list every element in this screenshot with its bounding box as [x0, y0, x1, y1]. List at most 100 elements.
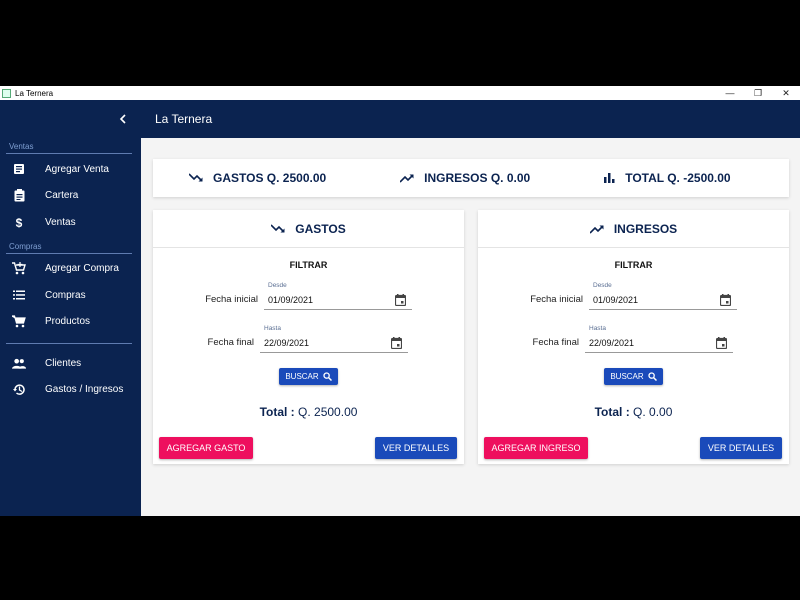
fecha-final-label: Fecha final	[207, 337, 254, 348]
trending-down-icon	[189, 173, 203, 182]
divider	[6, 252, 132, 254]
maximize-button[interactable]: ❐	[744, 86, 772, 100]
summary-bar: GASTOS Q. 2500.00 INGRESOS Q. 0.00 TOTAL…	[153, 159, 789, 197]
people-icon	[12, 358, 26, 369]
sidebar-item-label: Clientes	[45, 357, 82, 369]
sidebar: Ventas Agregar Venta Cartera $ Ventas Co…	[0, 100, 141, 516]
cart-add-icon	[12, 262, 26, 275]
list-icon	[12, 290, 26, 300]
close-button[interactable]: ✕	[772, 86, 800, 100]
summary-gastos-text: GASTOS Q. 2500.00	[213, 171, 327, 185]
buscar-label: BUSCAR	[610, 372, 644, 381]
summary-total: TOTAL Q. -2500.00	[604, 171, 731, 185]
filtrar-heading: FILTRAR	[289, 260, 328, 270]
agregar-gasto-button[interactable]: AGREGAR GASTO	[159, 437, 253, 459]
divider	[6, 153, 132, 154]
ingresos-card: INGRESOS FILTRAR Fecha inicial Desde 01/…	[478, 210, 789, 464]
fecha-inicial-row: Fecha inicial Desde 01/09/2021	[523, 282, 737, 310]
trending-up-icon	[400, 174, 414, 183]
desde-value[interactable]: 01/09/2021	[593, 295, 638, 305]
sidebar-item-clientes[interactable]: Clientes	[0, 350, 141, 377]
fecha-inicial-label: Fecha inicial	[205, 294, 258, 305]
desde-date-field[interactable]: Desde 01/09/2021	[264, 282, 412, 310]
desde-label: Desde	[268, 282, 287, 289]
sidebar-item-compras[interactable]: Compras	[0, 282, 141, 309]
total-label: Total :	[594, 405, 630, 419]
sidebar-item-label: Productos	[45, 316, 91, 328]
desde-date-field[interactable]: Desde 01/09/2021	[589, 282, 737, 310]
buscar-label: BUSCAR	[285, 372, 319, 381]
ver-detalles-gastos-button[interactable]: VER DETALLES	[375, 437, 457, 459]
trending-down-icon	[271, 223, 285, 233]
total-display: Total : Q. 2500.00	[153, 405, 464, 419]
desde-value[interactable]: 01/09/2021	[268, 295, 313, 305]
minimize-button[interactable]: —	[716, 86, 744, 100]
hasta-label: Hasta	[589, 325, 606, 332]
fecha-final-label: Fecha final	[532, 337, 579, 348]
dollar-icon: $	[12, 216, 26, 229]
cart-icon	[12, 315, 26, 328]
gastos-card-header: GASTOS	[153, 210, 464, 248]
sidebar-item-cartera[interactable]: Cartera	[0, 183, 141, 210]
buscar-button[interactable]: BUSCAR	[279, 368, 338, 385]
fecha-inicial-label: Fecha inicial	[530, 294, 583, 305]
sidebar-item-label: Cartera	[45, 190, 79, 202]
total-value: Q. 0.00	[633, 405, 673, 419]
sidebar-item-productos[interactable]: Productos	[0, 309, 141, 336]
chevron-left-icon	[119, 114, 126, 124]
hasta-value[interactable]: 22/09/2021	[589, 338, 634, 348]
hasta-label: Hasta	[264, 325, 281, 332]
hasta-date-field[interactable]: Hasta 22/09/2021	[585, 325, 733, 353]
fecha-final-row: Fecha final Hasta 22/09/2021	[194, 325, 408, 353]
ingresos-card-header: INGRESOS	[478, 210, 789, 248]
agregar-ingreso-button[interactable]: AGREGAR INGRESO	[484, 437, 588, 459]
sidebar-item-label: Gastos / Ingresos	[45, 384, 124, 396]
hasta-date-field[interactable]: Hasta 22/09/2021	[260, 325, 408, 353]
collapse-sidebar-button[interactable]	[119, 111, 127, 127]
search-icon	[323, 372, 332, 381]
fecha-final-row: Fecha final Hasta 22/09/2021	[519, 325, 733, 353]
sidebar-section-compras: Compras	[9, 241, 42, 251]
svg-text:$: $	[16, 216, 23, 229]
summary-total-text: TOTAL Q. -2500.00	[625, 171, 731, 185]
sidebar-item-label: Compras	[45, 289, 86, 301]
sidebar-item-label: Agregar Venta	[45, 163, 109, 175]
filtrar-heading: FILTRAR	[614, 260, 653, 270]
sidebar-item-gastos-ingresos[interactable]: Gastos / Ingresos	[0, 377, 141, 404]
ver-detalles-ingresos-button[interactable]: VER DETALLES	[700, 437, 782, 459]
summary-ingresos: INGRESOS Q. 0.00	[400, 171, 530, 185]
fecha-inicial-row: Fecha inicial Desde 01/09/2021	[198, 282, 412, 310]
card-title: INGRESOS	[613, 221, 678, 236]
sidebar-item-agregar-venta[interactable]: Agregar Venta	[0, 156, 141, 183]
sidebar-item-ventas[interactable]: $ Ventas	[0, 209, 141, 236]
clipboard-icon	[12, 189, 26, 202]
window-titlebar: La Ternera — ❐ ✕	[0, 86, 800, 100]
app-window: La Ternera — ❐ ✕ Ventas Agregar Venta Ca…	[0, 86, 800, 516]
main-content: La Ternera GASTOS Q. 2500.00 INGRESOS Q.…	[141, 100, 800, 516]
calendar-icon[interactable]	[390, 336, 403, 354]
receipt-icon	[12, 163, 26, 175]
sidebar-section-ventas: Ventas	[9, 142, 34, 151]
page-title: La Ternera	[141, 100, 800, 138]
search-icon	[648, 372, 657, 381]
calendar-icon[interactable]	[719, 293, 732, 311]
total-label: Total :	[259, 405, 295, 419]
buscar-button[interactable]: BUSCAR	[604, 368, 663, 385]
bar-chart-icon	[604, 173, 615, 183]
window-title: La Ternera	[15, 88, 54, 98]
sidebar-item-agregar-compra[interactable]: Agregar Compra	[0, 256, 141, 283]
gastos-card: GASTOS FILTRAR Fecha inicial Desde 01/09…	[153, 210, 464, 464]
sidebar-item-label: Ventas	[45, 216, 76, 228]
calendar-icon[interactable]	[715, 336, 728, 354]
trending-up-icon	[589, 224, 604, 234]
summary-ingresos-text: INGRESOS Q. 0.00	[424, 171, 531, 185]
card-title: GASTOS	[295, 221, 346, 236]
total-value: Q. 2500.00	[298, 405, 358, 419]
sidebar-item-label: Agregar Compra	[45, 263, 119, 275]
app-icon	[2, 88, 11, 98]
calendar-icon[interactable]	[394, 293, 407, 311]
divider	[6, 343, 132, 344]
total-display: Total : Q. 0.00	[478, 405, 789, 419]
summary-gastos: GASTOS Q. 2500.00	[189, 171, 326, 185]
hasta-value[interactable]: 22/09/2021	[264, 338, 309, 348]
